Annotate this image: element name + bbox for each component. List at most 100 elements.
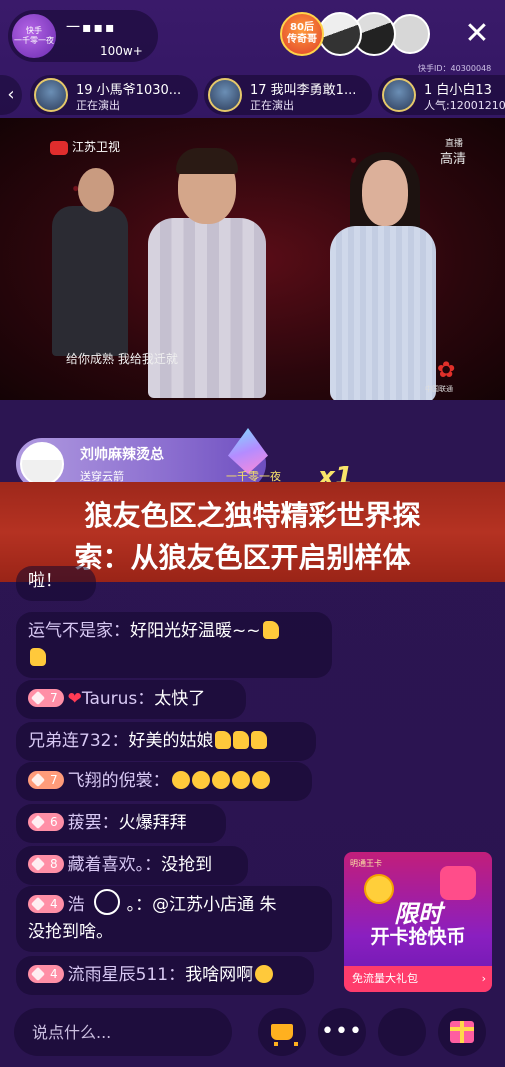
ad-cta-button[interactable]: 免流量大礼包 › <box>344 966 492 992</box>
shop-cart-button[interactable] <box>258 1008 306 1056</box>
comment-input[interactable] <box>14 1008 232 1056</box>
level-badge: 4 <box>28 965 64 983</box>
gift-button[interactable] <box>438 1008 486 1056</box>
crying-emoji-icon <box>171 771 190 789</box>
bottom-bar: ••• <box>0 1000 505 1067</box>
rank-badge-line2: 传奇哥 <box>287 34 317 45</box>
more-dots-icon: ••• <box>321 1019 363 1044</box>
chat-text: 。：@江苏小店通 朱 <box>126 895 277 915</box>
chat-text: 太快了 <box>154 689 206 709</box>
pk-card[interactable]: 19 小馬爷1030... 正在演出 <box>30 75 198 115</box>
performer-right <box>330 226 436 400</box>
host-fans-count: 100w+ <box>100 44 143 58</box>
chat-username: 藏着喜欢。： <box>67 855 162 875</box>
chat-text-line2: 没抢到啥。 <box>28 922 113 942</box>
chat-username: 流雨星辰511： <box>67 965 186 985</box>
pk-avatar <box>208 78 242 112</box>
level-badge: 7 <box>28 689 64 707</box>
chat-username: 浩 <box>67 895 85 915</box>
performer-left-head <box>78 168 114 212</box>
chat-message[interactable]: 兄弟连732：好美的姑娘 <box>16 722 316 761</box>
channel-logo: 江苏卫视 <box>50 138 120 155</box>
thumbs-up-emoji-icon <box>233 731 250 749</box>
crying-emoji-icon <box>255 965 274 983</box>
sponsor-text: 中国联通 <box>425 385 453 393</box>
chat-text: 好美的姑娘 <box>128 731 214 751</box>
headline-line1: 狼友色区之独特精彩世界探 <box>84 499 421 532</box>
viewer-avatar-1[interactable] <box>318 12 362 56</box>
touch-cursor-icon <box>94 889 120 915</box>
host-name: 一▪▪▪ <box>66 20 117 36</box>
close-icon[interactable]: ✕ <box>458 16 496 54</box>
crying-emoji-icon <box>231 771 250 789</box>
ad-subtitle: 开卡抢快币 <box>370 926 466 948</box>
performer-middle <box>148 218 266 398</box>
chat-message[interactable]: 4 浩 。：@江苏小店通 朱没抢到啥。 <box>16 886 332 952</box>
quality-tag: 高清 <box>440 152 467 167</box>
kuaishou-id: 快手ID：40300048 <box>418 64 492 73</box>
more-button[interactable]: ••• <box>318 1008 366 1056</box>
performer-middle-hair <box>176 148 238 174</box>
host-info-pill[interactable]: 快手 一千零一夜 一▪▪▪ 100w+ <box>8 10 158 62</box>
performer-left <box>52 206 128 356</box>
rank-badge-line1: 80后 <box>290 22 314 33</box>
level-badge: 6 <box>28 813 64 831</box>
chat-text: 没抢到 <box>161 855 213 875</box>
chat-text: 我啥网啊 <box>185 965 254 985</box>
ad-brand: 明通王卡 <box>350 859 382 868</box>
pk-name: 19 小馬爷1030... <box>76 83 182 98</box>
chevron-right-icon: › <box>481 972 486 985</box>
level-badge: 7 <box>28 771 64 789</box>
heart-icon: ❤ <box>67 689 82 709</box>
video-subtitle: 给你成熟 我给我迁就 <box>66 352 178 366</box>
cart-icon <box>271 1024 298 1046</box>
performer-right-head <box>362 160 408 226</box>
chat-text: 啦！ <box>28 571 62 591</box>
chat-text: 好阳光好温暖~~ <box>130 621 261 641</box>
live-video[interactable]: 江苏卫视 直播 高清 给你成熟 我给我迁就 ✿ 中国联通 <box>0 118 505 400</box>
pk-avatar <box>382 78 416 112</box>
pk-status: 正在演出 <box>76 99 120 112</box>
host-avatar[interactable]: 快手 一千零一夜 <box>12 14 56 58</box>
rank-badge[interactable]: 80后 传奇哥 <box>280 12 324 56</box>
chat-username: 运气不是家： <box>28 621 130 641</box>
pk-card[interactable]: 17 我叫李勇敢1... 正在演出 <box>204 75 372 115</box>
pk-name: 1 白小白13 <box>424 83 492 98</box>
chat-username: 菝罢： <box>67 813 119 833</box>
chat-message[interactable]: 4 流雨星辰511：我啥网啊 <box>16 956 314 995</box>
pk-status: 正在演出 <box>250 99 294 112</box>
crying-emoji-icon <box>251 771 270 789</box>
crying-emoji-icon <box>191 771 210 789</box>
gift-sender-name: 刘帅麻辣烫总 <box>80 447 164 463</box>
channel-logo-text: 江苏卫视 <box>72 140 121 154</box>
host-avatar-line1: 快手 <box>26 26 42 35</box>
chat-message[interactable]: 8 藏着喜欢。：没抢到 <box>16 846 248 885</box>
blank-action-button[interactable] <box>378 1008 426 1056</box>
chat-username: 飞翔的倪裳： <box>67 771 170 791</box>
chat-message[interactable]: 运气不是家：好阳光好温暖~~ <box>16 612 332 678</box>
crying-emoji-icon <box>211 771 230 789</box>
chat-message[interactable]: 7 飞翔的倪裳： <box>16 762 312 801</box>
pk-avatar <box>34 78 68 112</box>
promo-ad-card[interactable]: 明通王卡 限时 开卡抢快币 免流量大礼包 › <box>344 852 492 992</box>
pk-card[interactable]: 1 白小白13 人气:12001210 <box>378 75 505 115</box>
gift-sender-avatar <box>20 442 64 486</box>
thumbs-up-emoji-icon <box>215 731 232 749</box>
viewer-avatar-3[interactable] <box>390 14 430 54</box>
clap-emoji-icon <box>30 648 46 666</box>
chat-username: 兄弟连732： <box>28 731 129 751</box>
host-avatar-line2: 一千零一夜 <box>14 36 54 45</box>
chat-username: Taurus： <box>81 689 155 709</box>
chat-message[interactable]: 7 ❤Taurus：太快了 <box>16 680 246 719</box>
gift-icon <box>450 1021 474 1043</box>
chat-message[interactable]: 啦！ <box>16 566 96 601</box>
pk-status: 人气:12001210 <box>424 99 505 112</box>
sponsor-logo: ✿ 中国联通 <box>425 358 456 393</box>
clap-emoji-icon <box>262 621 279 639</box>
level-badge: 4 <box>28 895 64 913</box>
chat-text: 火爆拜拜 <box>118 813 187 833</box>
thumbs-up-emoji-icon <box>251 731 268 749</box>
chat-message[interactable]: 6 菝罢：火爆拜拜 <box>16 804 226 843</box>
level-badge: 8 <box>28 855 64 873</box>
pk-name: 17 我叫李勇敢1... <box>250 83 357 98</box>
